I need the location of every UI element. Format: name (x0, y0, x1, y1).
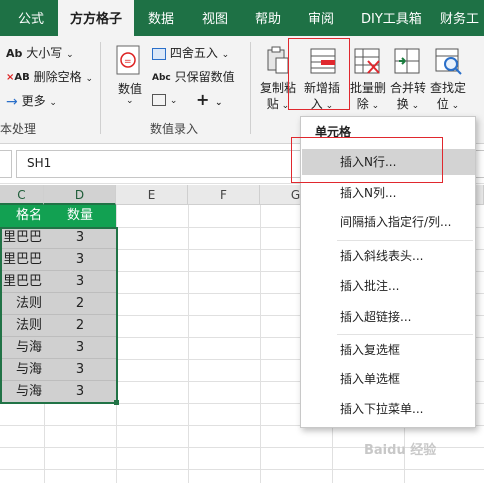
keep-value-button[interactable]: Abc 只保留数值 (152, 68, 235, 85)
case-button[interactable]: Ab 大小写 ⌄ (6, 44, 74, 61)
chevron-down-icon: ⌄ (85, 74, 93, 84)
plus-icon: + (196, 90, 210, 109)
numeric-group-label: 数值录入 (150, 122, 199, 136)
selection-range (0, 227, 118, 404)
group-divider (100, 42, 101, 134)
name-box[interactable] (0, 150, 12, 178)
merge-icon (394, 48, 420, 74)
menu-item-insert-dropdown[interactable]: 插入下拉菜单... (302, 396, 475, 422)
round-icon (152, 47, 166, 60)
header-cell-qty[interactable]: 数量 (44, 205, 116, 227)
keep-value-label: 只保留数值 (174, 70, 235, 84)
menu-item-insert-hyperlink[interactable]: 插入超链接... (302, 304, 475, 330)
grid-line (0, 469, 484, 470)
menu-divider (337, 334, 473, 335)
value-button[interactable]: = 数值 ⌄ (114, 44, 144, 116)
tab-finance[interactable]: 财务工 (440, 0, 479, 36)
menu-item-insert-comment[interactable]: 插入批注... (302, 273, 475, 299)
ribbon-tab-bar: 公式 方方格子 数据 视图 帮助 审阅 DIY工具箱 财务工 (0, 0, 484, 36)
remove-space-label: 删除空格 (33, 70, 82, 84)
menu-item-interval-insert[interactable]: 间隔插入指定行/列... (302, 209, 475, 235)
svg-text:=: = (124, 57, 132, 67)
value-icon: = (116, 45, 140, 75)
group-divider (250, 42, 251, 134)
menu-item-insert-radio[interactable]: 插入单选框 (302, 366, 475, 392)
value-label: 数值 (118, 82, 143, 96)
menu-item-insert-n-columns[interactable]: 插入N列... (302, 180, 475, 206)
menu-item-insert-diagonal-header[interactable]: 插入斜线表头... (302, 243, 475, 269)
remove-space-icon: ×AB (6, 72, 30, 83)
column-header-d[interactable]: D (44, 185, 116, 205)
menu-divider (337, 240, 473, 241)
tab-help[interactable]: 帮助 (255, 0, 281, 36)
fill-handle[interactable] (114, 400, 119, 405)
batch-delete-button[interactable]: 批量删除 ⌄ (348, 46, 386, 120)
batch-delete-icon (354, 48, 380, 74)
tab-fangfangezi[interactable]: 方方格子 (58, 0, 135, 36)
column-header-c[interactable]: C (0, 185, 44, 205)
grid-line (188, 205, 189, 483)
find-locate-button[interactable]: 查找定位 ⌄ (428, 46, 468, 120)
case-label: 大小写 (26, 46, 63, 60)
chevron-down-icon: ⌄ (49, 98, 57, 108)
column-header-f[interactable]: F (188, 185, 260, 205)
remove-space-button[interactable]: ×AB 删除空格 ⌄ (6, 68, 93, 85)
tab-review[interactable]: 审阅 (308, 0, 334, 36)
chevron-down-icon: ⌄ (126, 96, 134, 106)
more-button[interactable]: → 更多 ⌄ (6, 92, 57, 110)
tab-diy-toolbox[interactable]: DIY工具箱 (361, 0, 422, 36)
grid-line (260, 205, 261, 483)
formula-text: SH1 (27, 156, 52, 170)
highlight-box-insert (288, 38, 350, 110)
watermark: Baidu 经验 (364, 443, 437, 458)
menu-item-insert-checkbox[interactable]: 插入复选框 (302, 337, 475, 363)
chevron-down-icon: ⌄ (169, 96, 178, 106)
tab-view[interactable]: 视图 (202, 0, 228, 36)
round-label: 四舍五入 (169, 46, 218, 60)
header-cell-name[interactable]: 格名 (0, 205, 44, 227)
format-button[interactable]: ⌄ (152, 92, 177, 106)
highlight-box-insert-n-rows (291, 137, 443, 183)
merge-label: 合并转换 ⌄ (390, 81, 427, 111)
find-label: 查找定位 ⌄ (430, 81, 467, 111)
keep-value-icon: Abc (152, 72, 171, 83)
column-header-e[interactable]: E (116, 185, 188, 205)
edit-grid-icon (152, 93, 166, 106)
arrow-right-icon: → (6, 93, 18, 110)
more-label: 更多 (21, 94, 46, 108)
case-icon: Ab (6, 47, 23, 60)
chevron-down-icon: ⌄ (214, 98, 223, 108)
chevron-down-icon: ⌄ (66, 50, 74, 60)
plus-button[interactable]: + ⌄ (196, 90, 223, 109)
text-group-label: 本处理 (0, 122, 37, 136)
chevron-down-icon: ⌄ (221, 50, 230, 60)
excel-window: { "tabs": [ {"label": "公式", "active": fa… (0, 0, 484, 483)
find-icon (435, 48, 462, 75)
tab-data[interactable]: 数据 (148, 0, 174, 36)
batch-delete-label: 批量删除 ⌄ (350, 81, 387, 111)
merge-convert-button[interactable]: 合并转换 ⌄ (388, 46, 426, 120)
round-button[interactable]: 四舍五入 ⌄ (152, 44, 229, 61)
tab-formulas[interactable]: 公式 (18, 0, 44, 36)
